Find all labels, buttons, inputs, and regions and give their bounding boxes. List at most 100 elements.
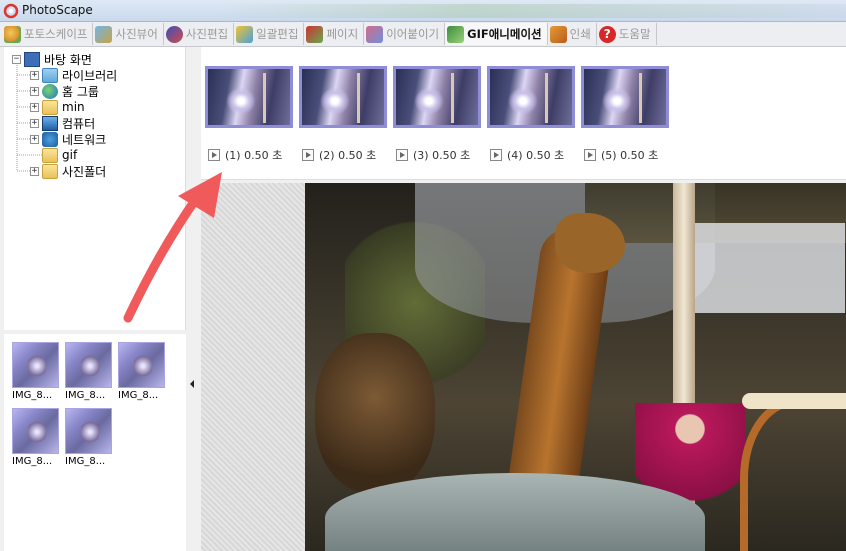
expand-toggle-icon[interactable]: + [30, 86, 39, 96]
user-folder-icon [42, 99, 58, 115]
frame-delay-text: (1) 0.50 초 [225, 149, 283, 162]
title-bar-background [220, 4, 846, 18]
photo-bench-rail [742, 393, 846, 409]
file-thumbnail-panel: IMG_8... IMG_8... IMG_8... IMG_8... IMG_… [4, 334, 186, 551]
tree-item-computer[interactable]: + 컴퓨터 [30, 115, 95, 131]
thumbnail-caption: IMG_8... [12, 456, 53, 467]
tree-item-label: 사진폴더 [62, 164, 107, 179]
thumbnail-image [12, 342, 59, 388]
folder-icon [42, 163, 58, 179]
tab-label: 인쇄 [569, 27, 591, 41]
gif-animation-icon [447, 25, 465, 43]
collapse-toggle-icon[interactable]: − [12, 54, 21, 64]
help-icon: ? [598, 25, 616, 43]
folder-tree-panel: − 바탕 화면 + 라이브러리 + 홈 그룹 + min + 컴퓨터 + 네트워… [4, 47, 186, 330]
preview-photo [305, 183, 846, 551]
frame-image [490, 69, 572, 125]
file-thumbnail[interactable]: IMG_8... [65, 408, 112, 468]
animation-frame[interactable] [205, 66, 293, 128]
page-icon [306, 25, 324, 43]
frame-delay-text: (3) 0.50 초 [413, 149, 471, 162]
tree-item-label: 홈 그룹 [62, 84, 99, 99]
frame-delay-text: (2) 0.50 초 [319, 149, 377, 162]
animation-frame[interactable] [487, 66, 575, 128]
frame-delay-label[interactable]: (2) 0.50 초 [302, 147, 376, 163]
collapse-left-icon[interactable] [190, 380, 194, 388]
expand-toggle-icon[interactable]: + [30, 134, 39, 144]
frame-delay-label[interactable]: (5) 0.50 초 [584, 147, 658, 163]
tab-label: 사진뷰어 [115, 27, 158, 41]
tree-root-label: 바탕 화면 [44, 52, 92, 67]
tree-item-network[interactable]: + 네트워크 [30, 131, 106, 147]
photoscape-logo-icon [3, 3, 19, 19]
editor-icon [165, 25, 183, 43]
file-thumbnail[interactable]: IMG_8... [118, 342, 165, 402]
expand-toggle-icon[interactable]: + [30, 70, 39, 80]
combine-icon [366, 25, 384, 43]
frame-delay-text: (4) 0.50 초 [507, 149, 565, 162]
main-tab-bar: 포토스케이프 사진뷰어 사진편집 일괄편집 페이지 이어붙이기 GIF애니메이션… [0, 22, 846, 47]
play-icon[interactable] [302, 149, 314, 161]
expand-toggle-icon[interactable]: + [30, 102, 39, 112]
animation-preview-area [201, 183, 846, 551]
batch-editor-icon [236, 25, 254, 43]
play-icon[interactable] [490, 149, 502, 161]
network-icon [42, 131, 58, 147]
animation-frame[interactable] [581, 66, 669, 128]
frame-delay-label[interactable]: (4) 0.50 초 [490, 147, 564, 163]
tree-item-homegroup[interactable]: + 홈 그룹 [30, 83, 99, 99]
play-icon[interactable] [396, 149, 408, 161]
frame-image [208, 69, 290, 125]
animation-frame[interactable] [299, 66, 387, 128]
play-icon[interactable] [584, 149, 596, 161]
frame-delay-label[interactable]: (3) 0.50 초 [396, 147, 470, 163]
file-thumbnail[interactable]: IMG_8... [12, 342, 59, 402]
panel-splitter[interactable] [187, 335, 199, 435]
tab-label: 이어붙이기 [386, 27, 440, 41]
tab-viewer[interactable]: 사진뷰어 [93, 23, 164, 45]
tab-label: 포토스케이프 [24, 27, 88, 41]
tree-item-label: min [62, 100, 85, 114]
expand-toggle-icon[interactable]: + [30, 166, 39, 176]
tree-item-label: gif [62, 148, 78, 162]
tab-page[interactable]: 페이지 [304, 23, 365, 45]
photo-sky [695, 223, 845, 313]
tab-label: GIF애니메이션 [467, 27, 542, 41]
tree-item-label: 네트워크 [62, 132, 107, 147]
expand-toggle-icon[interactable]: + [30, 118, 39, 128]
play-icon[interactable] [208, 149, 220, 161]
tab-editor[interactable]: 사진편집 [164, 23, 235, 45]
file-thumbnail[interactable]: IMG_8... [65, 342, 112, 402]
tab-label: 도움말 [618, 27, 651, 41]
tab-print[interactable]: 인쇄 [548, 23, 597, 45]
tree-item-gif[interactable]: gif [42, 147, 77, 163]
animation-frames-strip: (1) 0.50 초 (2) 0.50 초 (3) 0.50 초 (4) 0.5… [201, 47, 846, 180]
tab-photoscape[interactable]: 포토스케이프 [2, 23, 94, 45]
viewer-icon [95, 25, 113, 43]
thumbnail-caption: IMG_8... [65, 456, 106, 467]
thumbnail-image [65, 342, 112, 388]
file-thumbnail[interactable]: IMG_8... [12, 408, 59, 468]
tab-batch-editor[interactable]: 일괄편집 [234, 23, 305, 45]
frame-delay-label[interactable]: (1) 0.50 초 [208, 147, 282, 163]
animation-frame[interactable] [393, 66, 481, 128]
tree-item-label: 컴퓨터 [62, 116, 96, 131]
tree-item-photo-folder[interactable]: + 사진폴더 [30, 163, 106, 179]
tree-root-desktop[interactable]: − 바탕 화면 [12, 51, 92, 67]
tab-help[interactable]: ? 도움말 [597, 23, 657, 45]
tab-gif-animation[interactable]: GIF애니메이션 [445, 23, 548, 45]
tab-label: 사진편집 [185, 27, 229, 41]
tab-combine[interactable]: 이어붙이기 [364, 23, 446, 45]
photo-lion-figure [315, 333, 435, 493]
tab-label: 페이지 [326, 27, 359, 41]
computer-icon [42, 115, 58, 131]
tree-item-label: 라이브러리 [62, 68, 118, 83]
photo-bench-frame [740, 398, 846, 551]
tree-item-user-folder[interactable]: + min [30, 99, 85, 115]
desktop-icon [24, 51, 40, 67]
homegroup-icon [42, 83, 58, 99]
tab-label: 일괄편집 [256, 27, 299, 41]
thumbnail-caption: IMG_8... [65, 390, 106, 401]
tree-item-library[interactable]: + 라이브러리 [30, 67, 117, 83]
thumbnail-image [12, 408, 59, 454]
